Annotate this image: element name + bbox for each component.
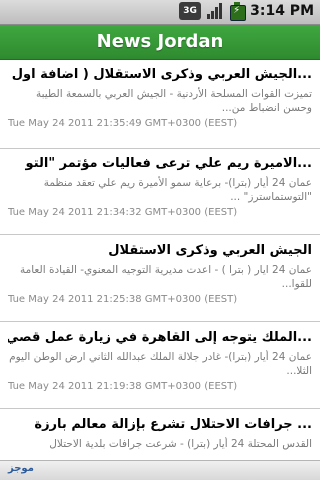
news-summary: القدس المحتلة 24 أيار (بترا) - شرعت جراف…: [49, 438, 312, 450]
news-summary: تميزت القوات المسلحة الأردنية - الجيش ال…: [35, 88, 312, 114]
news-date: Tue May 24 2011 21:35:49 GMT+0300 (EEST): [8, 118, 238, 129]
news-item[interactable]: ... جرافات الاحتلال تشرع بإزالة معالم با…: [0, 416, 320, 451]
news-item[interactable]: ...الملك يتوجه إلى القاهرة في زيارة عمل …: [0, 329, 320, 393]
3g-icon: 3G: [179, 2, 202, 20]
battery-charging-icon: ⚡: [229, 2, 247, 21]
news-title: ...الملك يتوجه إلى القاهرة في زيارة عمل …: [8, 330, 312, 345]
divider: [0, 234, 320, 235]
divider: [0, 148, 320, 149]
news-summary: عمان 24 أيار (بترا)- غادر جلالة الملك عب…: [9, 351, 312, 377]
news-list[interactable]: ...الجيش العربي وذكرى الاستقلال ( اضافة …: [0, 60, 320, 460]
news-item[interactable]: الجيش العربي وذكرى الاستقلال عمان 24 ايا…: [0, 242, 320, 306]
news-date: Tue May 24 2011 21:25:38 GMT+0300 (EEST): [8, 294, 238, 305]
news-title: الجيش العربي وذكرى الاستقلال: [108, 243, 312, 258]
news-summary: عمان 24 أيار (بترا)- برعاية سمو الأميرة …: [43, 177, 312, 203]
divider: [0, 321, 320, 322]
signal-icon: [206, 2, 224, 20]
news-title: ... جرافات الاحتلال تشرع بإزالة معالم با…: [34, 417, 312, 432]
news-title: ...الجيش العربي وذكرى الاستقلال ( اضافة …: [11, 67, 312, 82]
app-title: News Jordan: [96, 31, 224, 52]
divider: [0, 408, 320, 409]
app-header: News Jordan: [0, 25, 320, 60]
status-icons: 3G ⚡ 3:14 PM: [179, 2, 314, 21]
news-item[interactable]: ...الاميرة ريم علي ترعى فعاليات مؤتمر "ا…: [0, 155, 320, 219]
news-title: ...الاميرة ريم علي ترعى فعاليات مؤتمر "ا…: [25, 156, 312, 171]
summary-tab-label[interactable]: موجز: [8, 463, 34, 474]
news-date: Tue May 24 2011 21:19:38 GMT+0300 (EEST): [8, 381, 238, 392]
status-bar: 3G ⚡ 3:14 PM: [0, 0, 320, 25]
news-date: Tue May 24 2011 21:34:32 GMT+0300 (EEST): [8, 207, 238, 218]
news-summary: عمان 24 ايار ( بترا ) - اعدت مديرية التو…: [19, 264, 312, 290]
bottom-bar: موجز: [0, 460, 320, 480]
clock: 3:14 PM: [250, 3, 314, 19]
news-item[interactable]: ...الجيش العربي وذكرى الاستقلال ( اضافة …: [0, 66, 320, 130]
